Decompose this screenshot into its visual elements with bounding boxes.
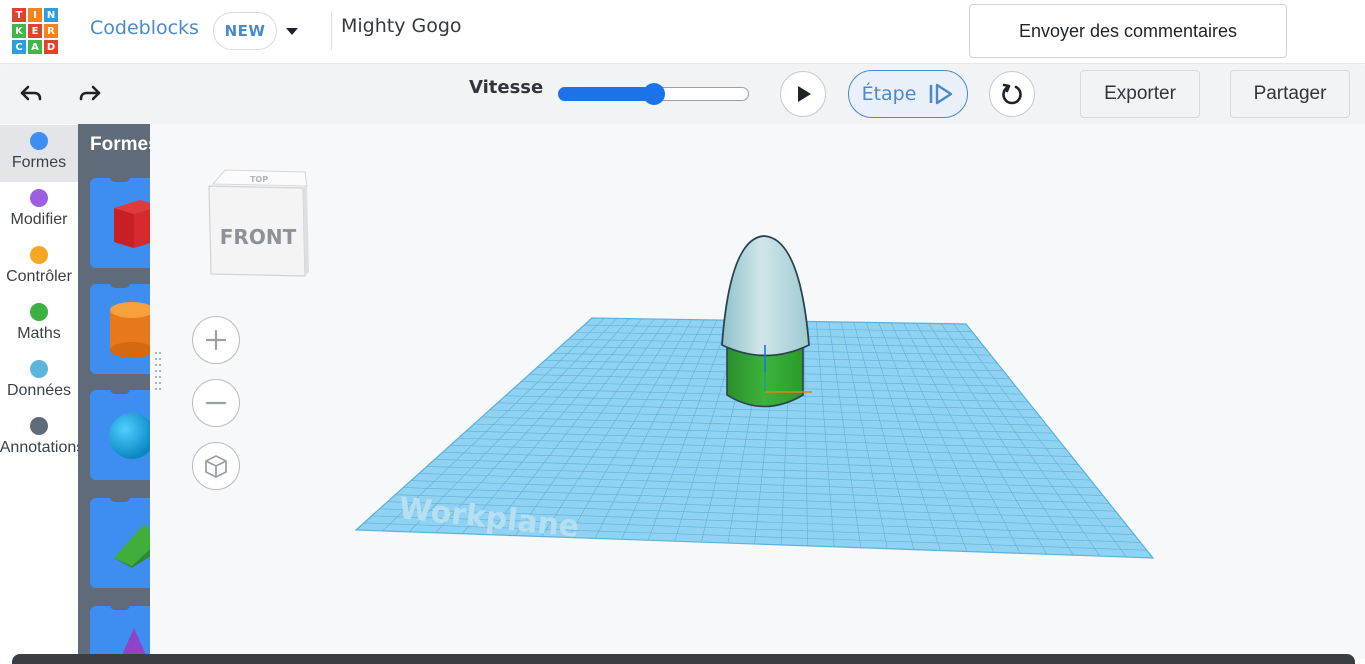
divider: [331, 12, 332, 50]
category-modifier[interactable]: Modifier: [0, 182, 78, 239]
fit-view-button[interactable]: [192, 442, 240, 490]
category-label: Contrôler: [6, 268, 72, 285]
category-annotations[interactable]: Annotations: [0, 410, 78, 467]
workplane-scene[interactable]: Workplane: [340, 220, 1170, 570]
reset-icon: [1002, 83, 1022, 105]
category-dot: [30, 189, 48, 207]
category-formes[interactable]: Formes: [0, 125, 78, 182]
logo-letter: D: [43, 39, 59, 55]
category-label: Maths: [17, 325, 61, 342]
speed-slider[interactable]: [558, 83, 749, 105]
category-label: Modifier: [10, 211, 68, 228]
logo-letter: A: [27, 39, 43, 55]
bottom-panel-edge: [12, 654, 1355, 664]
category-label: Formes: [11, 154, 67, 171]
speed-label: Vitesse: [469, 77, 544, 98]
category-label: Données: [6, 382, 72, 399]
box-icon: [114, 200, 150, 248]
category-sidebar: Formes Modifier Contrôler Maths Données …: [0, 124, 78, 659]
logo-letter: T: [11, 7, 27, 23]
category-dot: [30, 417, 48, 435]
block-box[interactable]: [90, 174, 150, 268]
undo-arrow-icon[interactable]: [16, 80, 46, 108]
category-controler[interactable]: Contrôler: [0, 239, 78, 296]
viewcube-top-label[interactable]: TOP: [250, 175, 268, 184]
step-label: Étape: [861, 83, 917, 105]
project-name[interactable]: Mighty Gogo: [341, 15, 462, 37]
play-icon: [798, 86, 811, 102]
category-dot: [30, 303, 48, 321]
logo-letter: R: [43, 23, 59, 39]
block-pyramid[interactable]: [90, 602, 150, 659]
block-notch: [110, 602, 130, 610]
send-feedback-button[interactable]: Envoyer des commentaires: [969, 4, 1287, 58]
block-notch: [110, 174, 130, 182]
logo-letter: C: [11, 39, 27, 55]
logo-letter: K: [11, 23, 27, 39]
flyout-title: Formes: [90, 134, 150, 155]
sphere-icon: [109, 413, 150, 459]
category-donnees[interactable]: Données: [0, 353, 78, 410]
logo-letter: I: [27, 7, 43, 23]
top-header: TINKERCAD Codeblocks NEW Mighty Gogo Env…: [0, 0, 1365, 64]
cone-shape[interactable]: [721, 235, 810, 357]
app-name[interactable]: Codeblocks: [90, 17, 199, 39]
slider-fill: [558, 87, 654, 101]
category-dot: [30, 132, 48, 150]
export-button[interactable]: Exporter: [1080, 70, 1200, 118]
zoom-out-button[interactable]: [192, 379, 240, 427]
logo-letter: E: [27, 23, 43, 39]
tinkercad-logo[interactable]: TINKERCAD: [11, 7, 59, 55]
block-notch: [110, 386, 130, 394]
redo-arrow-icon[interactable]: [75, 80, 105, 108]
drag-handle-icon[interactable]: [154, 350, 163, 396]
block-cylinder[interactable]: [90, 280, 150, 374]
zoom-in-button[interactable]: [192, 316, 240, 364]
step-forward-icon: [930, 83, 953, 105]
roof-icon: [114, 524, 150, 568]
new-badge: NEW: [213, 12, 277, 50]
minus-icon: [205, 401, 227, 405]
block-sphere[interactable]: [90, 386, 150, 480]
block-notch: [110, 494, 130, 502]
chevron-down-icon[interactable]: [286, 28, 298, 35]
category-dot: [30, 246, 48, 264]
play-button[interactable]: [780, 71, 826, 117]
cylinder-icon: [110, 302, 150, 358]
reset-button[interactable]: [989, 71, 1035, 117]
plus-icon: [205, 329, 227, 351]
block-notch: [110, 280, 130, 288]
logo-letter: N: [43, 7, 59, 23]
viewcube-front-label[interactable]: FRONT: [220, 225, 297, 249]
category-maths[interactable]: Maths: [0, 296, 78, 353]
block-roof[interactable]: [90, 494, 150, 588]
blocks-flyout: Formes: [78, 124, 150, 659]
view-cube[interactable]: TOP FRONT: [203, 166, 313, 286]
slider-thumb[interactable]: [642, 83, 665, 105]
category-dot: [30, 360, 48, 378]
category-label: Annotations: [0, 439, 78, 456]
share-button[interactable]: Partager: [1230, 70, 1350, 118]
home-cube-icon: [205, 455, 227, 478]
step-button[interactable]: Étape: [848, 70, 968, 118]
